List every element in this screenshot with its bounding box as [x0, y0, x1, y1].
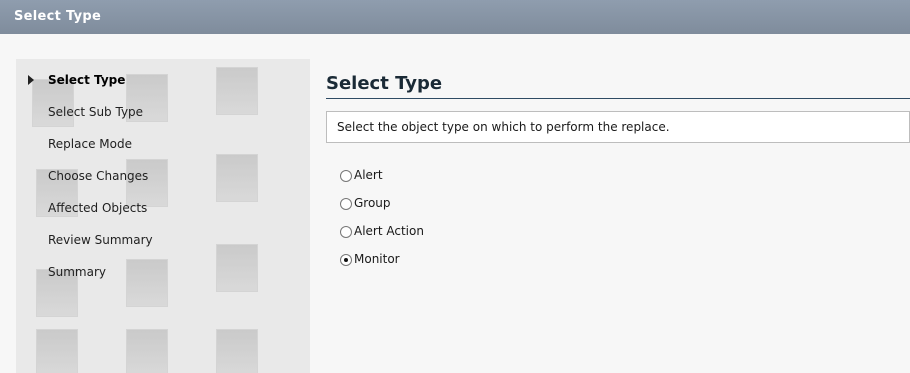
option-alert-action[interactable]: Alert Action [326, 222, 910, 250]
wizard-step-label: Select Sub Type [48, 105, 144, 119]
wizard-step-select-type[interactable]: Select Type [16, 71, 310, 103]
object-type-options: Alert Group Alert Action Monitor [326, 166, 910, 278]
wizard-steps-list: Select Type Select Sub Type Replace Mode… [16, 71, 310, 295]
wizard-step-label: Review Summary [48, 233, 153, 247]
window-title: Select Type [0, 0, 910, 34]
wizard-step-label: Choose Changes [48, 169, 149, 183]
background-window-decoration [36, 329, 78, 373]
option-group[interactable]: Group [326, 194, 910, 222]
wizard-step-summary[interactable]: Summary [16, 263, 310, 295]
option-monitor[interactable]: Monitor [326, 250, 910, 278]
wizard-steps-panel: Select Type Select Sub Type Replace Mode… [16, 59, 310, 373]
background-window-decoration [126, 329, 168, 373]
background-window-decoration [216, 329, 258, 373]
radio-button-selected[interactable] [340, 254, 352, 266]
radio-button[interactable] [340, 226, 352, 238]
wizard-step-label: Summary [48, 265, 106, 279]
wizard-window: Select Type Select Sub Type Replace Mode… [0, 34, 910, 373]
wizard-step-select-sub-type[interactable]: Select Sub Type [16, 103, 310, 135]
page-title: Select Type [326, 73, 443, 94]
heading-divider [326, 98, 910, 99]
wizard-step-choose-changes[interactable]: Choose Changes [16, 167, 310, 199]
wizard-step-review-summary[interactable]: Review Summary [16, 231, 310, 263]
option-alert[interactable]: Alert [326, 166, 910, 194]
current-step-arrow-icon [28, 75, 34, 85]
option-label: Alert [354, 168, 383, 182]
option-label: Monitor [354, 252, 400, 266]
instruction-text: Select the object type on which to perfo… [337, 120, 670, 134]
wizard-step-label: Replace Mode [48, 137, 132, 151]
wizard-step-label: Affected Objects [48, 201, 148, 215]
radio-button[interactable] [340, 170, 352, 182]
option-label: Alert Action [354, 224, 424, 238]
wizard-step-label: Select Type [48, 73, 126, 87]
wizard-step-replace-mode[interactable]: Replace Mode [16, 135, 310, 167]
content-panel: Select Type Select the object type on wh… [326, 59, 910, 373]
option-label: Group [354, 196, 391, 210]
wizard-step-affected-objects[interactable]: Affected Objects [16, 199, 310, 231]
radio-button[interactable] [340, 198, 352, 210]
instruction-box: Select the object type on which to perfo… [326, 111, 910, 143]
